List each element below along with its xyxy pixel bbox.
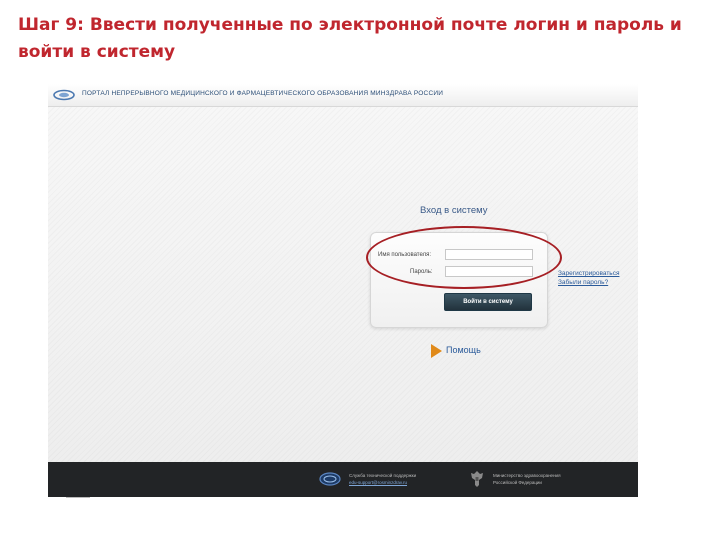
ministry-name-line2: Российской Федерации [493, 480, 542, 485]
portal-footer: Служба технической поддержки edu-support… [48, 462, 638, 497]
portal-header: ПОРТАЛ НЕПРЕРЫВНОГО МЕДИЦИНСКОГО И ФАРМА… [48, 84, 638, 107]
portal-title: ПОРТАЛ НЕПРЕРЫВНОГО МЕДИЦИНСКОГО И ФАРМА… [82, 90, 444, 97]
play-arrow-icon[interactable] [431, 344, 442, 358]
ministry-name-line1: Министерство здравоохранения [493, 473, 561, 478]
username-input[interactable] [445, 249, 533, 260]
help-link[interactable]: Помощь [446, 345, 481, 355]
double-headed-eagle-icon[interactable] [469, 469, 485, 489]
slide-title: Шаг 9: Ввести полученные по электронной … [18, 15, 682, 62]
forgot-password-link[interactable]: Забыли пароль? [558, 279, 608, 286]
portal-emblem-icon[interactable] [318, 471, 342, 487]
login-form: Имя пользователя: Пароль: Войти в систем… [370, 232, 548, 328]
password-label: Пароль: [410, 269, 433, 275]
slide-corner-mark [66, 497, 90, 498]
login-heading: Вход в систему [420, 205, 488, 216]
portal-logo-icon[interactable] [52, 88, 76, 102]
username-label: Имя пользователя: [378, 252, 432, 258]
password-input[interactable] [445, 266, 533, 277]
support-title: Служба технической поддержки [349, 473, 417, 478]
login-button[interactable]: Войти в систему [444, 293, 532, 311]
support-email-link[interactable]: edu-support@rosminzdrav.ru [349, 480, 407, 485]
content-area [48, 107, 638, 462]
register-link[interactable]: Зарегистрироваться [558, 270, 619, 277]
portal-screenshot: ПОРТАЛ НЕПРЕРЫВНОГО МЕДИЦИНСКОГО И ФАРМА… [48, 84, 638, 497]
